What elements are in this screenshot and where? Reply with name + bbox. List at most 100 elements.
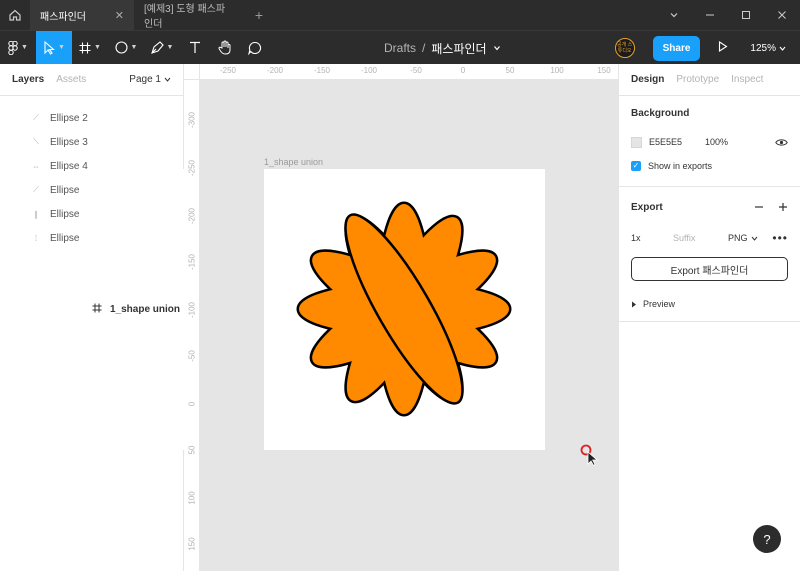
project-name[interactable]: Drafts [384,41,416,55]
help-button[interactable]: ? [753,525,781,553]
avatar[interactable]: 공개 스튜디오 [614,38,635,58]
chevron-down-icon: ▼ [21,44,28,51]
title-bar: 패스파인더 ✕ [예제3] 도형 패스파인더 + [0,0,800,30]
tab-layers[interactable]: Layers [12,74,44,85]
frame-label[interactable]: 1_shape union [264,157,323,167]
minus-icon [755,206,763,208]
zoom-level: 125% [750,42,776,54]
add-export-button[interactable] [778,199,788,215]
text-icon [190,41,200,53]
chevron-down-icon: ▼ [166,44,174,51]
export-suffix-input[interactable]: Suffix [673,233,728,243]
ruler-horizontal: -250 -200 -150 -100 -50 0 50 100 150 [200,64,618,80]
ruler-tick: 0 [187,401,197,407]
ruler-tick: -150 [313,66,331,75]
ellipse-icon: ⟋ [33,185,39,194]
file-breadcrumb: Drafts / 패스파인더 [384,31,501,65]
ruler-vertical: -300 -250 -200 -150 -100 -50 0 50 100 15… [184,80,200,571]
chevron-down-icon [164,77,171,82]
home-button[interactable] [0,0,30,30]
home-icon [9,9,21,21]
ruler-tick: -200 [266,66,284,75]
comment-tool[interactable] [240,31,270,65]
ruler-tick: -50 [187,350,197,362]
export-format-select[interactable]: PNG [728,233,768,243]
minimize-icon [706,14,714,16]
shape-tool[interactable]: ▼ [108,31,144,65]
layer-ellipse[interactable]: ⟍ Ellipse 3 [0,130,183,154]
ruler-tick: -200 [187,207,197,225]
ruler-tick: -300 [187,111,197,129]
plus-icon [779,203,787,211]
ruler-tick: -250 [219,66,237,75]
tab-assets[interactable]: Assets [56,74,86,85]
maximize-button[interactable] [728,0,764,30]
tab-inspect[interactable]: Inspect [731,74,763,85]
chevron-down-icon[interactable] [656,0,692,30]
minimize-button[interactable] [692,0,728,30]
pen-tool[interactable]: ▼ [144,31,180,65]
remove-export-button[interactable] [754,199,764,215]
tab-label: [예제3] 도형 패스파인더 [144,4,226,30]
page-selector[interactable]: Page 1 [129,74,171,85]
caret-right-icon [632,301,636,307]
ellipse-icon: ⟋ [33,113,39,122]
frame-1-shape-union[interactable] [264,169,545,450]
close-tab-icon[interactable]: ✕ [115,9,124,22]
tab-active-file[interactable]: 패스파인더 ✕ [30,0,134,30]
file-name[interactable]: 패스파인더 [431,40,486,57]
ruler-tick: 0 [460,66,466,75]
comment-icon [248,41,262,55]
eye-icon[interactable] [775,138,788,147]
export-button[interactable]: Export 패스파인더 [631,257,788,281]
move-tool[interactable]: ▼ [36,30,72,65]
background-swatch[interactable] [631,136,642,148]
new-tab-button[interactable]: + [244,0,274,30]
layer-ellipse[interactable]: ⟋ Ellipse 2 [0,106,183,130]
background-opacity-input[interactable]: 100% [705,137,775,147]
preview-toggle[interactable]: Preview [631,291,788,317]
ruler-tick: 50 [187,445,197,455]
background-title: Background [631,107,690,119]
play-icon [719,40,728,53]
chevron-down-icon [751,236,757,241]
breadcrumb-separator: / [422,41,426,55]
zoom-dropdown[interactable]: 125% [750,43,786,54]
ruler-tick: -100 [360,66,378,75]
ruler-tick: 150 [187,537,197,551]
export-format-value: PNG [728,233,748,243]
share-button[interactable]: Share [652,35,701,61]
maximize-icon [742,11,750,19]
layers-panel: Layers Assets Page 1 1_shape union ⟋ Ell… [0,64,361,571]
export-scale-input[interactable]: 1x [631,233,673,243]
union-shape[interactable] [264,169,545,450]
tab-prototype[interactable]: Prototype [676,74,719,85]
ruler-tick: 100 [550,66,564,75]
chevron-down-icon [779,46,786,51]
tab-example-file[interactable]: [예제3] 도형 패스파인더 [134,0,244,30]
background-hex-input[interactable]: E5E5E5 [649,137,705,147]
ruler-tick: -50 [410,66,422,75]
text-tool[interactable] [180,31,210,65]
ruler-tick: 100 [187,491,197,505]
ellipse-icon [114,41,128,54]
hand-icon [218,40,231,55]
pen-icon [150,41,164,54]
frame-tool[interactable]: ▼ [72,31,108,65]
hand-tool[interactable] [210,31,240,65]
present-button[interactable] [718,40,728,55]
ruler-tick: 150 [597,66,611,75]
close-icon [778,11,786,19]
more-options-icon[interactable]: ••• [772,231,788,245]
layer-label: 1_shape union [110,304,181,315]
show-in-exports-checkbox[interactable]: ✓ [631,161,641,171]
main-menu-button[interactable]: ▼ [0,31,36,65]
canvas[interactable]: -250 -200 -150 -100 -50 0 50 100 150 -30… [184,64,618,571]
page-label: Page 1 [129,74,161,85]
tab-design[interactable]: Design [631,74,664,85]
pointer-icon [44,40,55,55]
close-window-button[interactable] [764,0,800,30]
chevron-down-icon: ▼ [130,44,138,51]
layer-label: Ellipse 2 [50,112,88,124]
chevron-down-icon[interactable] [493,44,501,52]
